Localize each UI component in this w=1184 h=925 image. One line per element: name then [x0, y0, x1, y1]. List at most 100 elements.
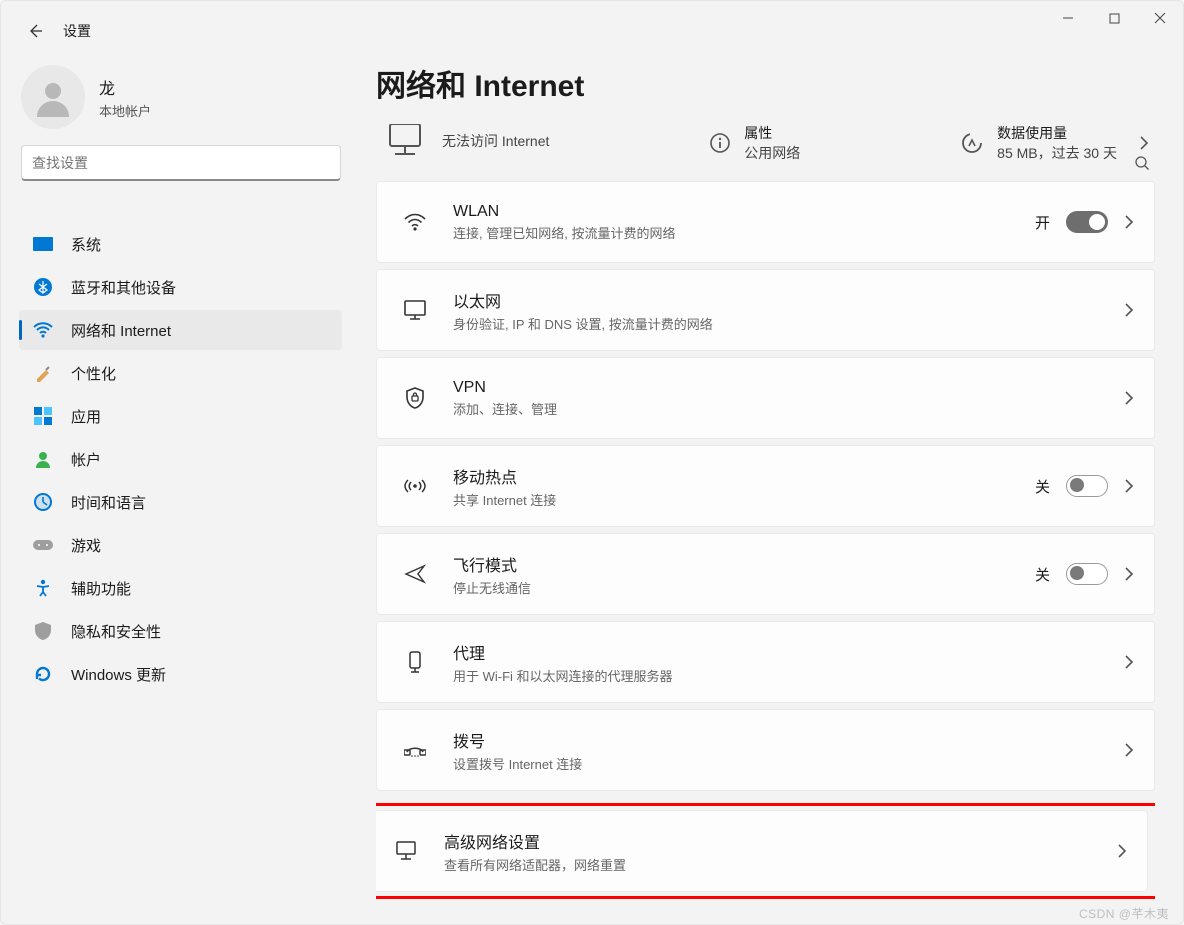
chevron-right-icon: [1124, 655, 1134, 669]
sidebar-item-apps[interactable]: 应用: [19, 396, 342, 436]
toggle-label: 开: [1035, 212, 1050, 233]
settings-window: 设置 龙 本地帐户: [0, 0, 1184, 925]
sidebar-item-system[interactable]: 系统: [19, 224, 342, 264]
card-title: WLAN: [453, 203, 675, 221]
card-title: VPN: [453, 379, 557, 397]
chevron-right-icon: [1124, 479, 1134, 493]
card-title: 以太网: [453, 288, 713, 312]
sidebar-item-label: 个性化: [71, 363, 116, 384]
accessibility-icon: [31, 579, 55, 597]
wifi-icon: [31, 322, 55, 338]
ethernet-icon: [397, 300, 433, 320]
sidebar-item-privacy[interactable]: 隐私和安全性: [19, 611, 342, 651]
card-title: 代理: [453, 640, 673, 664]
connection-status: 无法访问 Internet: [442, 131, 549, 151]
watermark: CSDN @芊木夷: [1079, 905, 1169, 922]
back-arrow-icon: [27, 23, 43, 39]
chevron-right-icon: [1124, 391, 1134, 405]
chevron-right-icon: [1117, 844, 1127, 858]
toggle-label: 关: [1035, 564, 1050, 585]
card-sub: 查看所有网络适配器，网络重置: [444, 855, 626, 874]
ethernet-status-icon: [382, 123, 428, 159]
airplane-icon: [397, 563, 433, 585]
sidebar-item-label: 辅助功能: [71, 578, 131, 599]
chevron-right-icon: [1124, 215, 1134, 229]
avatar: [21, 65, 85, 129]
card-title: 高级网络设置: [444, 829, 626, 853]
proxy-icon: [397, 651, 433, 673]
sidebar-item-bluetooth[interactable]: 蓝牙和其他设备: [19, 267, 342, 307]
sidebar-item-label: 网络和 Internet: [71, 320, 171, 341]
privacy-icon: [31, 622, 55, 640]
network-status-row[interactable]: 无法访问 Internet 属性 公用网络 数据使用量 85 MB，过去: [376, 123, 1155, 181]
chevron-right-icon: [1124, 303, 1134, 317]
sidebar-item-accounts[interactable]: 帐户: [19, 439, 342, 479]
minimize-button[interactable]: [1045, 1, 1091, 35]
card-title: 拨号: [453, 728, 582, 752]
card-hotspot[interactable]: 移动热点 共享 Internet 连接 关: [376, 445, 1155, 527]
card-ethernet[interactable]: 以太网 身份验证, IP 和 DNS 设置, 按流量计费的网络: [376, 269, 1155, 351]
close-button[interactable]: [1137, 1, 1183, 35]
card-vpn[interactable]: VPN 添加、连接、管理: [376, 357, 1155, 439]
usage-sub: 85 MB，过去 30 天: [997, 143, 1117, 163]
sidebar: 系统 蓝牙和其他设备 网络和 Internet 个性化 应用: [1, 221, 356, 697]
system-icon: [31, 237, 55, 251]
card-airplane[interactable]: 飞行模式 停止无线通信 关: [376, 533, 1155, 615]
window-controls: [1045, 1, 1183, 35]
sidebar-item-time[interactable]: 时间和语言: [19, 482, 342, 522]
usage-title: 数据使用量: [997, 123, 1117, 143]
hotspot-icon: [397, 476, 433, 496]
sidebar-item-label: 时间和语言: [71, 492, 146, 513]
person-icon: [33, 77, 73, 117]
settings-cards: WLAN 连接, 管理已知网络, 按流量计费的网络 开 以太网 身份验证, IP…: [376, 181, 1155, 899]
time-icon: [31, 493, 55, 511]
user-name: 龙: [99, 75, 151, 99]
toggle-label: 关: [1035, 476, 1050, 497]
card-sub: 添加、连接、管理: [453, 399, 557, 418]
sidebar-item-network[interactable]: 网络和 Internet: [19, 310, 342, 350]
page-title: 网络和 Internet: [376, 61, 1155, 105]
wifi-icon: [397, 213, 433, 231]
card-advanced-network[interactable]: 高级网络设置 查看所有网络适配器，网络重置: [376, 810, 1148, 892]
update-icon: [31, 665, 55, 683]
card-title: 飞行模式: [453, 552, 531, 576]
search-input[interactable]: [21, 145, 341, 181]
card-sub: 身份验证, IP 和 DNS 设置, 按流量计费的网络: [453, 314, 713, 333]
card-title: 移动热点: [453, 464, 556, 488]
sidebar-item-label: 隐私和安全性: [71, 621, 161, 642]
card-proxy[interactable]: 代理 用于 Wi-Fi 和以太网连接的代理服务器: [376, 621, 1155, 703]
card-sub: 设置拨号 Internet 连接: [453, 754, 582, 773]
sidebar-item-label: Windows 更新: [71, 664, 166, 685]
card-sub: 共享 Internet 连接: [453, 490, 556, 509]
sidebar-item-label: 应用: [71, 406, 101, 427]
vpn-shield-icon: [397, 387, 433, 409]
sidebar-item-personalization[interactable]: 个性化: [19, 353, 342, 393]
sidebar-item-accessibility[interactable]: 辅助功能: [19, 568, 342, 608]
bluetooth-icon: [31, 278, 55, 296]
user-type: 本地帐户: [99, 101, 151, 120]
titlebar: 设置: [1, 1, 1183, 61]
card-sub: 连接, 管理已知网络, 按流量计费的网络: [453, 223, 675, 242]
accounts-icon: [31, 450, 55, 468]
card-sub: 停止无线通信: [453, 578, 531, 597]
airplane-toggle[interactable]: [1066, 563, 1108, 585]
props-title: 属性: [744, 123, 800, 143]
maximize-button[interactable]: [1091, 1, 1137, 35]
card-sub: 用于 Wi-Fi 和以太网连接的代理服务器: [453, 666, 673, 685]
sidebar-item-label: 帐户: [71, 449, 101, 470]
back-button[interactable]: [21, 17, 49, 45]
wlan-toggle[interactable]: [1066, 211, 1108, 233]
highlight-box: 高级网络设置 查看所有网络适配器，网络重置: [376, 803, 1155, 899]
apps-icon: [31, 407, 55, 425]
sidebar-item-label: 系统: [71, 234, 101, 255]
card-wlan[interactable]: WLAN 连接, 管理已知网络, 按流量计费的网络 开: [376, 181, 1155, 263]
sidebar-item-update[interactable]: Windows 更新: [19, 654, 342, 694]
props-sub: 公用网络: [744, 143, 800, 163]
info-icon: [710, 133, 730, 153]
app-title: 设置: [63, 21, 91, 41]
sidebar-item-gaming[interactable]: 游戏: [19, 525, 342, 565]
hotspot-toggle[interactable]: [1066, 475, 1108, 497]
chevron-right-icon: [1139, 136, 1149, 150]
personalize-icon: [31, 364, 55, 382]
card-dialup[interactable]: 拨号 设置拨号 Internet 连接: [376, 709, 1155, 791]
